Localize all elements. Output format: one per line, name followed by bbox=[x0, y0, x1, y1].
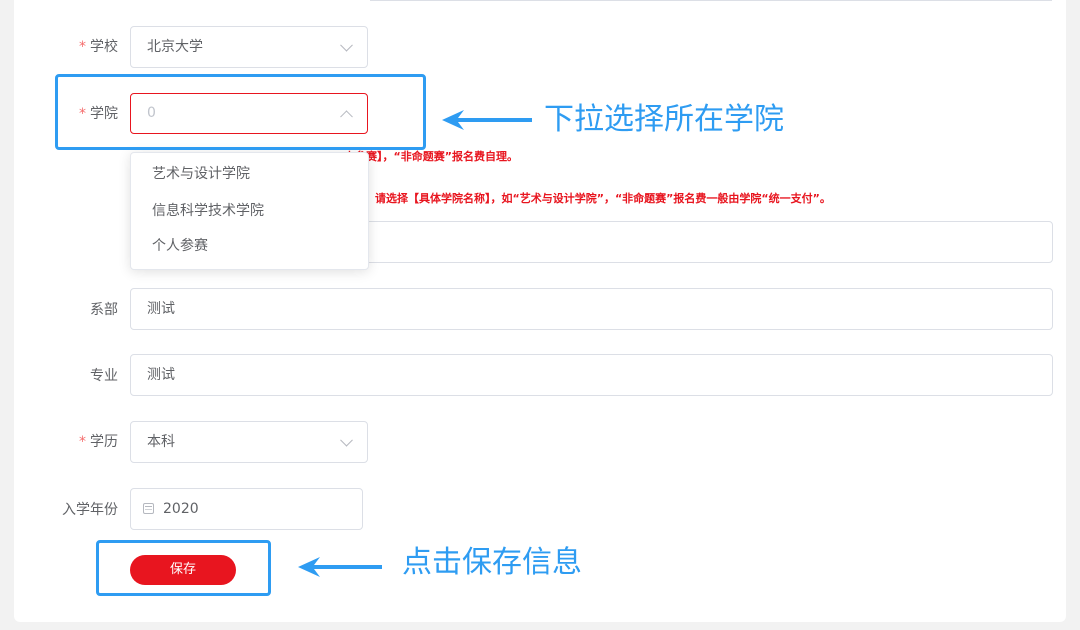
education-select-value: 本科 bbox=[147, 434, 175, 450]
dropdown-option-art[interactable]: 艺术与设计学院 bbox=[152, 164, 250, 184]
major-label: 专业 bbox=[90, 368, 118, 384]
enroll-year-picker[interactable]: 2020 bbox=[130, 488, 363, 530]
department-input-value: 测试 bbox=[147, 301, 175, 317]
department-label: 系部 bbox=[90, 302, 118, 318]
college-hint-2: ，请选择【具体学院名称】，如“艺术与设计学院”，“非命题赛”报名费一般由学院“统… bbox=[364, 192, 831, 205]
education-label-text: 学历 bbox=[90, 434, 118, 450]
major-input-value: 测试 bbox=[147, 367, 175, 383]
calendar-icon bbox=[143, 503, 154, 514]
save-arrow-icon bbox=[298, 557, 382, 577]
college-dropdown: 艺术与设计学院 信息科学技术学院 个人参赛 bbox=[130, 152, 369, 270]
department-input[interactable]: 测试 bbox=[130, 288, 1053, 330]
education-select[interactable]: 本科 bbox=[130, 421, 368, 463]
required-mark: * bbox=[79, 434, 86, 450]
school-select[interactable]: 北京大学 bbox=[130, 26, 368, 68]
school-label: * 学校 bbox=[28, 37, 118, 57]
top-divider bbox=[370, 0, 1052, 1]
chevron-down-icon bbox=[340, 433, 353, 447]
major-input[interactable]: 测试 bbox=[130, 354, 1053, 396]
required-mark: * bbox=[79, 39, 86, 55]
dropdown-option-individual[interactable]: 个人参赛 bbox=[152, 236, 208, 256]
college-highlight-box bbox=[55, 74, 426, 150]
school-select-value: 北京大学 bbox=[147, 39, 203, 55]
college-hint-1: 人参赛】，“非命题赛”报名费自理。 bbox=[344, 150, 518, 163]
dropdown-option-info[interactable]: 信息科学技术学院 bbox=[152, 201, 264, 221]
save-annotation: 点击保存信息 bbox=[402, 545, 582, 580]
enroll-year-value: 2020 bbox=[163, 501, 199, 517]
college-annotation: 下拉选择所在学院 bbox=[544, 102, 784, 137]
enroll-year-label: 入学年份 bbox=[62, 502, 118, 518]
chevron-down-icon bbox=[340, 38, 353, 52]
education-label: * 学历 bbox=[28, 432, 118, 452]
save-highlight-box bbox=[96, 540, 271, 596]
college-arrow-icon bbox=[442, 110, 532, 130]
school-label-text: 学校 bbox=[90, 39, 118, 55]
